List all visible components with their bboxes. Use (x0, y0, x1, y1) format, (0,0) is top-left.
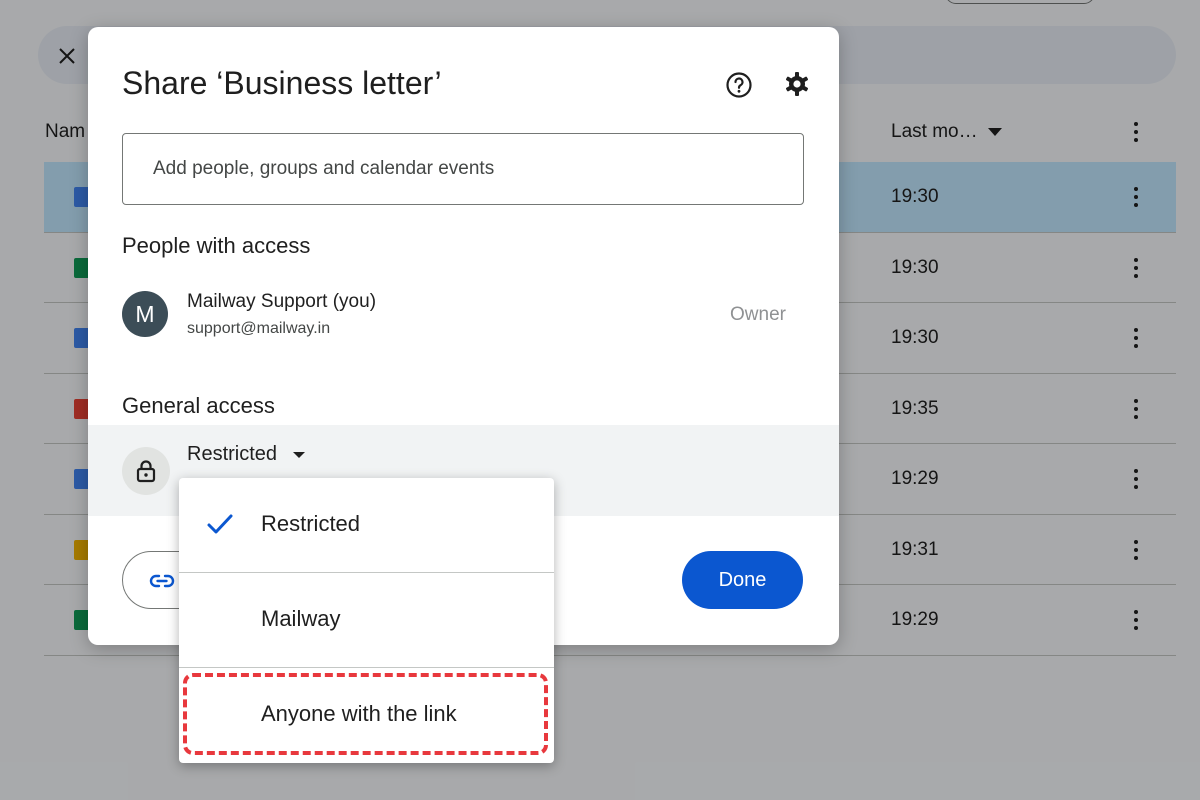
owner-role-label: Owner (730, 304, 786, 325)
link-icon (149, 574, 175, 588)
access-level-dropdown[interactable]: Restricted (187, 443, 306, 466)
done-button[interactable]: Done (682, 551, 803, 609)
menu-item-label: Mailway (261, 606, 341, 631)
check-icon (207, 514, 233, 534)
menu-item-restricted[interactable]: Restricted (179, 478, 554, 572)
dropdown-arrow-icon (293, 451, 306, 458)
menu-item-label: Restricted (261, 511, 361, 536)
person-email: support@mailway.in (187, 320, 331, 337)
help-icon[interactable] (725, 71, 753, 99)
dialog-title: Share ‘Business letter’ (122, 65, 442, 101)
access-level-value: Restricted (187, 443, 278, 465)
menu-item-mailway[interactable]: Mailway (179, 573, 554, 667)
add-people-input[interactable] (122, 133, 804, 205)
person-name: Mailway Support (you) (187, 291, 377, 312)
menu-item-label: Anyone with the link (261, 701, 457, 726)
lock-icon (122, 447, 170, 495)
people-with-access-heading: People with access (122, 233, 311, 258)
access-options-menu: Restricted Mailway Anyone with the link (179, 478, 554, 763)
menu-item-anyone-with-link[interactable]: Anyone with the link (179, 668, 554, 762)
avatar: M (122, 291, 168, 337)
gear-icon[interactable] (783, 70, 811, 98)
general-access-heading: General access (122, 393, 275, 418)
